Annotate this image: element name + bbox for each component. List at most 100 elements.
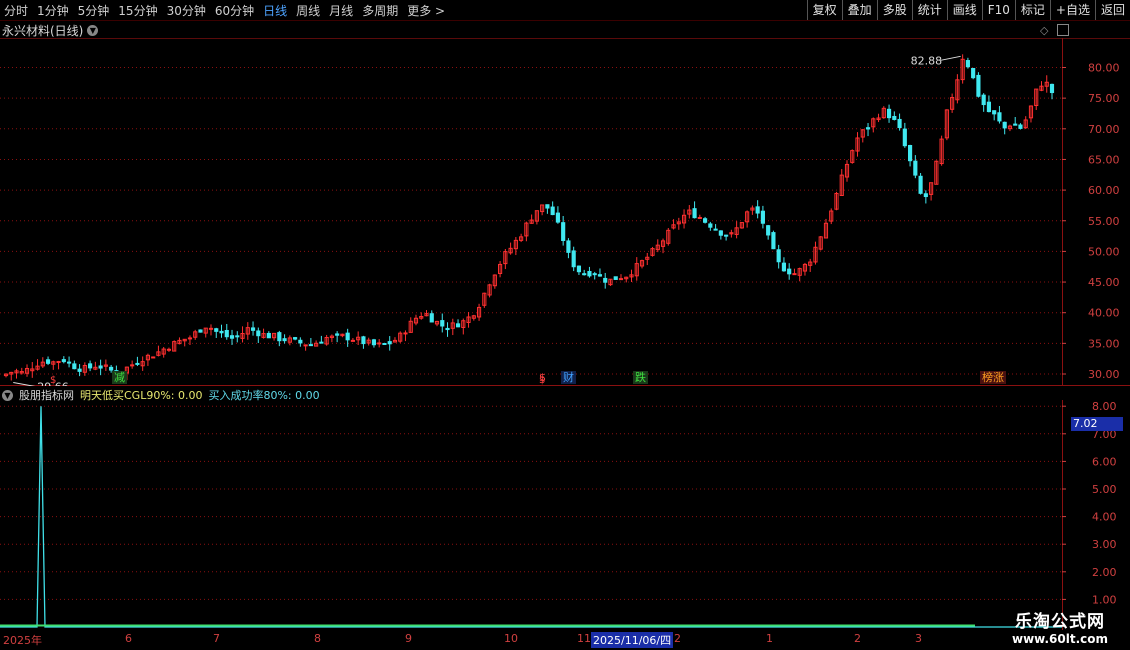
candle-body (345, 332, 350, 341)
period-tab-3[interactable]: 15分钟 (118, 2, 157, 19)
diamond-icon[interactable]: ◇ (1040, 24, 1048, 37)
candle-body (986, 101, 992, 113)
candle-body (403, 332, 408, 335)
period-tab-8[interactable]: 月线 (329, 2, 353, 19)
candle (434, 320, 440, 327)
candle (356, 331, 361, 345)
candle (1044, 75, 1049, 93)
candle-body (724, 234, 729, 237)
price-tick-label: 50.00 (1088, 245, 1120, 258)
candle (445, 322, 450, 337)
toolbar-action-1[interactable]: 叠加 (841, 0, 877, 20)
period-tabs: 分时 1分钟 5分钟 15分钟 30分钟 60分钟 日线 周线 月线 多周期 更多 > (4, 2, 445, 19)
candle (140, 356, 145, 371)
date-axis-label-1: 6 (125, 632, 132, 645)
candle (587, 266, 592, 278)
period-tab-4[interactable]: 30分钟 (167, 2, 206, 19)
indicator-tick-label: 4.00 (1092, 511, 1117, 524)
candle (177, 337, 182, 345)
candle-body (755, 206, 760, 214)
candle (529, 214, 534, 224)
candle-body (455, 323, 461, 328)
candle (519, 233, 524, 243)
candle (93, 361, 98, 371)
date-axis-label-7: 2025/11/06/四 (591, 632, 674, 648)
period-tab-6[interactable]: 日线 (263, 2, 287, 19)
candle-body (582, 273, 587, 276)
candle (208, 324, 214, 336)
candle (198, 329, 203, 333)
chevron-down-icon[interactable]: ▼ (2, 389, 13, 401)
candle (151, 356, 156, 359)
event-marker-2[interactable]: 财 (561, 371, 576, 384)
toolbar-action-4[interactable]: 画线 (946, 0, 982, 20)
candle (419, 312, 424, 320)
candle (429, 310, 434, 323)
candle (776, 244, 781, 269)
candle (161, 346, 166, 358)
candle (681, 209, 687, 229)
indicator-tick-label: 2.00 (1092, 566, 1117, 579)
dividend-marker-0[interactable]: $ (48, 374, 58, 387)
period-tab-1[interactable]: 1分钟 (37, 2, 69, 19)
candle-body (208, 327, 214, 330)
event-marker-0[interactable]: 减 (112, 371, 127, 384)
candle (214, 327, 219, 338)
toolbar-action-7[interactable]: +自选 (1049, 0, 1095, 20)
period-tab-0[interactable]: 分时 (4, 2, 28, 19)
candle (750, 205, 755, 215)
high-price-label: 82.88 (911, 54, 943, 67)
candle-body (555, 212, 560, 223)
candle-body (913, 160, 918, 176)
candle (503, 248, 508, 270)
candle (240, 326, 245, 343)
toolbar-action-6[interactable]: 标记 (1014, 0, 1050, 20)
period-tab-10[interactable]: 更多 > (407, 2, 445, 19)
event-marker-4[interactable]: 榜涨 (980, 371, 1006, 384)
high-arrow (940, 55, 961, 61)
main-candlestick-chart[interactable]: 80.00 75.00 70.00 65.00 60.00 55.00 50.00 45.00… (0, 38, 1130, 386)
candle-body (61, 359, 66, 363)
candle-body (776, 249, 781, 263)
candle (865, 122, 871, 137)
candle (156, 345, 161, 357)
candle-body (377, 342, 382, 345)
candle (271, 332, 277, 341)
toolbar-action-0[interactable]: 复权 (806, 0, 842, 20)
candle (1034, 88, 1039, 110)
toolbar-action-5[interactable]: F10 (981, 0, 1015, 20)
candle-body (293, 337, 298, 340)
candle (1028, 105, 1034, 123)
candle (881, 106, 886, 119)
period-tab-2[interactable]: 5分钟 (78, 2, 110, 19)
indicator-tick-label: 1.00 (1092, 593, 1117, 606)
period-tab-7[interactable]: 周线 (296, 2, 320, 19)
date-axis-label-6: 11 (577, 632, 591, 645)
candle (471, 314, 476, 321)
period-tab-9[interactable]: 多周期 (362, 2, 398, 19)
candle-body (587, 270, 592, 277)
toolbar-action-2[interactable]: 多股 (876, 0, 912, 20)
candle-body (219, 330, 224, 334)
candle-body (266, 332, 271, 339)
candle-body (718, 230, 723, 236)
candle-body (198, 329, 203, 333)
price-tick-label: 60.00 (1088, 184, 1120, 197)
price-tick-label: 40.00 (1088, 307, 1120, 320)
indicator-chart[interactable]: 8.007.006.005.004.003.002.001.00 (0, 400, 1130, 630)
chevron-down-icon[interactable]: ▼ (87, 24, 99, 36)
indicator-tick-label: 5.00 (1092, 483, 1117, 496)
toolbar-action-8[interactable]: 返回 (1094, 0, 1130, 20)
window-toggle-icon[interactable] (1057, 24, 1069, 36)
candle (960, 54, 965, 84)
indicator-tick-label: 3.00 (1092, 538, 1117, 551)
candle (135, 356, 140, 367)
dividend-marker-1[interactable]: $ (537, 374, 547, 387)
period-tab-5[interactable]: 60分钟 (215, 2, 254, 19)
candle (871, 117, 876, 133)
candle (366, 337, 371, 346)
candle-body (787, 268, 792, 275)
event-marker-3[interactable]: 跌 (633, 371, 648, 384)
toolbar-action-3[interactable]: 统计 (911, 0, 947, 20)
candle (371, 338, 377, 348)
